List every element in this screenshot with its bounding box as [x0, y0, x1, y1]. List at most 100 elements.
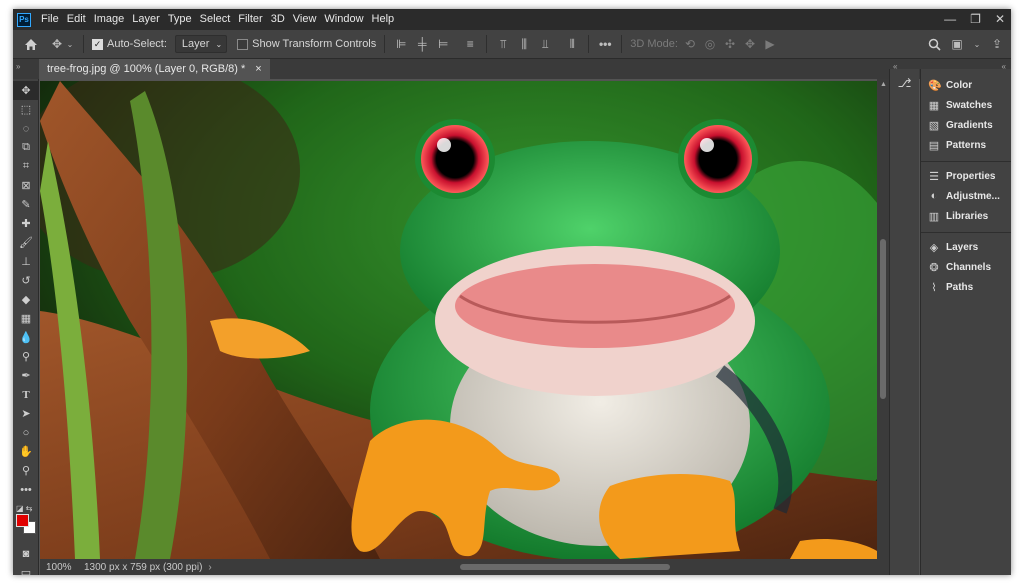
eraser-tool-icon[interactable]: ◆ — [13, 290, 39, 309]
history-panel-icon[interactable]: ⎇ — [890, 69, 919, 97]
panel-patterns[interactable]: ▤ Patterns — [921, 135, 1011, 155]
brush-tool-icon[interactable]: 🖌 — [13, 233, 39, 252]
panel-group-layers: ◈ Layers ❂ Channels ⌇ Paths — [921, 233, 1011, 303]
menu-bar: Ps File Edit Image Layer Type Select Fil… — [13, 9, 1011, 30]
libraries-icon: ▥ — [928, 210, 940, 223]
hand-tool-icon[interactable]: ✋ — [13, 442, 39, 461]
move-tool-preset[interactable]: ✥ ⌄ — [49, 30, 75, 59]
tree-frog-image — [40, 81, 877, 559]
blur-tool-icon[interactable]: 💧 — [13, 328, 39, 347]
panel-label: Swatches — [946, 99, 993, 111]
zoom-tool-icon[interactable]: ⚲ — [13, 461, 39, 480]
align-left-icon[interactable]: ⊫ — [393, 37, 409, 51]
auto-select-target-dropdown[interactable]: Layer ⌄ — [174, 35, 228, 53]
vertical-scroll-thumb[interactable] — [880, 239, 886, 399]
panel-paths[interactable]: ⌇ Paths — [921, 277, 1011, 297]
distribute-icon[interactable]: ⫴ — [564, 37, 580, 52]
3d-scale-icon: ▶ — [765, 37, 775, 51]
menu-type[interactable]: Type — [164, 9, 196, 30]
eyedropper-tool-icon[interactable]: ✎ — [13, 195, 39, 214]
object-select-tool-icon[interactable]: ⧉ — [13, 138, 39, 157]
3d-slide-icon: ✥ — [744, 37, 755, 51]
marquee-tool-icon[interactable]: ⬚ — [13, 100, 39, 119]
menu-filter[interactable]: Filter — [234, 9, 266, 30]
workspace-icon[interactable]: ▣ — [949, 37, 965, 51]
edit-toolbar-icon[interactable]: ••• — [13, 480, 39, 499]
chevron-right-icon[interactable]: › — [208, 562, 211, 573]
divider — [83, 35, 84, 53]
align-bottom-icon[interactable]: ⫫ — [537, 37, 553, 52]
type-tool-icon[interactable]: T — [13, 385, 39, 404]
horizontal-scroll-thumb[interactable] — [460, 564, 670, 570]
menu-image[interactable]: Image — [90, 9, 129, 30]
foreground-color-swatch[interactable] — [16, 514, 29, 527]
gradient-tool-icon[interactable]: ▦ — [13, 309, 39, 328]
menu-edit[interactable]: Edit — [63, 9, 90, 30]
frame-tool-icon[interactable]: ⊠ — [13, 176, 39, 195]
healing-brush-tool-icon[interactable]: ✚ — [13, 214, 39, 233]
close-tab-icon[interactable]: × — [255, 59, 261, 79]
panel-color[interactable]: 🎨 Color — [921, 75, 1011, 95]
move-icon: ✥ — [51, 37, 63, 51]
menu-layer[interactable]: Layer — [128, 9, 164, 30]
panel-adjustments[interactable]: ◐ Adjustme... — [921, 186, 1011, 206]
align-top-icon[interactable]: ⫪ — [495, 37, 511, 52]
auto-select-target-value: Layer — [181, 38, 210, 50]
adjustments-icon: ◐ — [930, 190, 938, 202]
chevron-down-icon[interactable]: ⌄ — [973, 40, 981, 49]
menu-select[interactable]: Select — [196, 9, 235, 30]
home-button[interactable] — [13, 30, 49, 59]
quick-mask-icon[interactable]: ◙ — [13, 544, 39, 563]
minimize-icon[interactable]: — — [944, 9, 956, 30]
divider — [621, 35, 623, 53]
collapse-panel-icon[interactable]: » — [16, 62, 20, 71]
menu-window[interactable]: Window — [320, 9, 367, 30]
history-brush-tool-icon[interactable]: ↺ — [13, 271, 39, 290]
panel-gradients[interactable]: ▧ Gradients — [921, 115, 1011, 135]
document-canvas[interactable] — [40, 81, 877, 559]
auto-select-checkbox[interactable]: ✓ Auto-Select: — [92, 30, 167, 59]
more-options-icon[interactable]: ••• — [597, 37, 613, 51]
dodge-tool-icon[interactable]: ⚲ — [13, 347, 39, 366]
share-icon[interactable]: ⇪ — [989, 37, 1005, 51]
scroll-up-icon[interactable]: ▲ — [880, 81, 887, 88]
menu-view[interactable]: View — [289, 9, 321, 30]
zoom-level[interactable]: 100% — [46, 562, 84, 573]
panel-properties[interactable]: ☰ Properties — [921, 166, 1011, 186]
panel-channels[interactable]: ❂ Channels — [921, 257, 1011, 277]
lasso-tool-icon[interactable]: ◌ — [13, 119, 39, 138]
panel-layers[interactable]: ◈ Layers — [921, 237, 1011, 257]
search-icon[interactable] — [928, 38, 941, 51]
panel-label: Patterns — [946, 139, 987, 151]
align-right-icon[interactable]: ⊨ — [435, 37, 451, 51]
path-select-tool-icon[interactable]: ➤ — [13, 404, 39, 423]
menu-help[interactable]: Help — [368, 9, 399, 30]
vertical-scrollbar[interactable]: ▲ — [877, 79, 889, 559]
crop-tool-icon[interactable]: ⌗ — [13, 157, 39, 176]
menu-file[interactable]: File — [37, 9, 63, 30]
ellipse-tool-icon[interactable]: ○ — [13, 423, 39, 442]
clone-stamp-tool-icon[interactable]: ⊥ — [13, 252, 39, 271]
screen-mode-icon[interactable]: ▭ — [13, 563, 39, 575]
align-hcenter-icon[interactable]: ╪ — [414, 37, 430, 51]
pen-tool-icon[interactable]: ✒ — [13, 366, 39, 385]
move-tool-icon[interactable]: ✥ — [13, 81, 39, 100]
gradient-icon: ▧ — [928, 119, 940, 132]
photoshop-window: Ps File Edit Image Layer Type Select Fil… — [13, 9, 1011, 575]
3d-orbit-icon: ⟲ — [684, 37, 695, 51]
show-transform-checkbox[interactable]: Show Transform Controls — [237, 30, 376, 59]
auto-select-label: Auto-Select: — [107, 38, 167, 50]
home-icon — [25, 38, 37, 50]
chevron-down-icon: ⌄ — [66, 39, 74, 49]
align-vcenter-icon[interactable]: ⫼ — [516, 37, 532, 52]
3d-roll-icon: ◎ — [704, 37, 716, 51]
restore-icon[interactable]: ❐ — [970, 9, 981, 30]
close-window-icon[interactable]: ✕ — [995, 9, 1005, 30]
panel-libraries[interactable]: ▥ Libraries — [921, 206, 1011, 226]
document-info[interactable]: 1300 px x 759 px (300 ppi) — [84, 562, 202, 573]
align-options-icon[interactable]: ≡ — [462, 37, 478, 51]
menu-3d[interactable]: 3D — [267, 9, 289, 30]
document-tab[interactable]: tree-frog.jpg @ 100% (Layer 0, RGB/8) * … — [39, 59, 270, 79]
panel-label: Libraries — [946, 210, 989, 222]
panel-swatches[interactable]: ▦ Swatches — [921, 95, 1011, 115]
